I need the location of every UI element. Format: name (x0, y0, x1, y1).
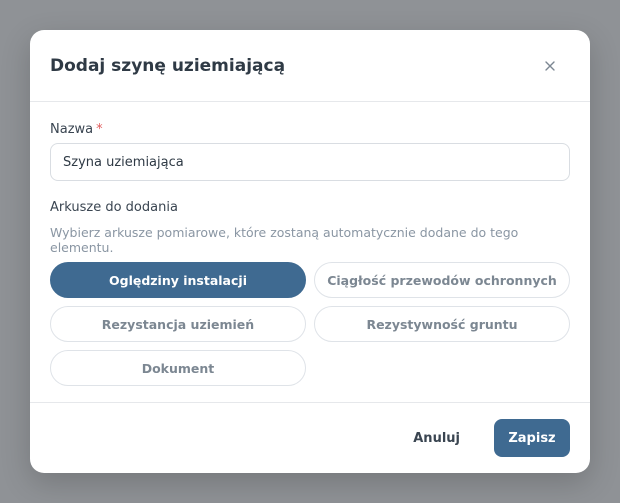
sheet-option-rezystancja-uziemien[interactable]: Rezystancja uziemień (50, 306, 306, 342)
cancel-button[interactable]: Anuluj (407, 430, 466, 447)
sheet-option-label: Dokument (141, 360, 215, 376)
dialog-body: Nazwa* Arkusze do dodania Wybierz arkusz… (30, 102, 590, 386)
sheet-option-rezystywnosc-gruntu[interactable]: Rezystywność gruntu (314, 306, 570, 342)
add-grounding-bar-dialog: Dodaj szynę uziemiającą Nazwa* Arkusze d… (30, 30, 590, 473)
close-button[interactable] (538, 54, 562, 78)
name-label: Nazwa * (50, 122, 570, 137)
name-label-text: Nazwa (50, 122, 94, 137)
close-icon (545, 60, 555, 71)
name-input[interactable] (50, 143, 570, 181)
required-mark: * (96, 122, 103, 137)
sheet-option-label: Oględziny instalacji (109, 272, 247, 288)
sheet-option-ogledziny-instalacji[interactable]: Oględziny instalacji (50, 262, 306, 298)
sheets-hint: Wybierz arkusze pomiarowe, które zostaną… (50, 225, 519, 255)
dialog-header: Dodaj szynę uziemiającą (30, 30, 590, 102)
sheet-option-dokument[interactable]: Dokument (50, 350, 306, 386)
sheet-options: Oględziny instalacji Ciągłość przewodów … (50, 262, 570, 386)
sheets-label: Arkusze do dodania (50, 200, 178, 215)
dialog-footer: Anuluj Zapisz (30, 402, 590, 473)
sheet-option-ciaglosc-przewodow[interactable]: Ciągłość przewodów ochronnych (314, 262, 570, 298)
sheet-option-label: Ciągłość przewodów ochronnych (327, 272, 557, 288)
sheet-option-label: Rezystancja uziemień (101, 316, 255, 332)
sheet-option-label: Rezystywność gruntu (366, 316, 518, 332)
dialog-title: Dodaj szynę uziemiającą (50, 55, 286, 76)
save-button[interactable]: Zapisz (494, 419, 570, 457)
